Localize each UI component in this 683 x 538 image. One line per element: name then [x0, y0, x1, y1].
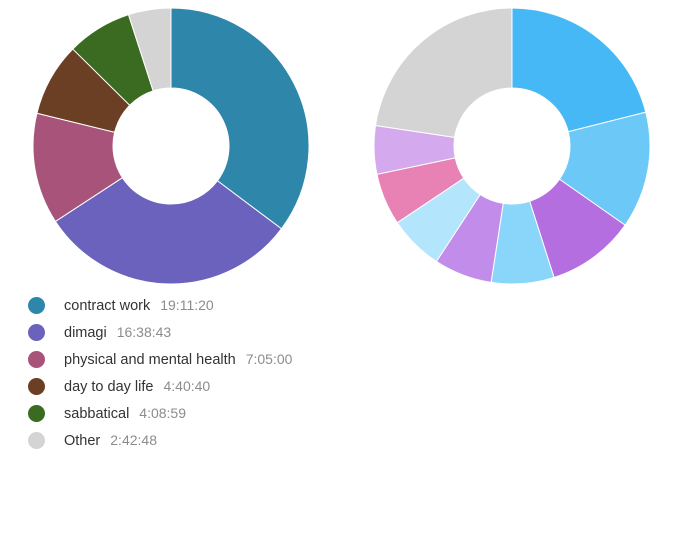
donut-svg — [373, 7, 651, 285]
legend-item[interactable]: dimagi - emm / new business5:38:15 — [342, 346, 683, 373]
legend-label: dimagi — [64, 325, 107, 341]
legend-label: day to day life — [64, 379, 154, 395]
legend-duration: 4:40:40 — [163, 378, 211, 394]
legend-item[interactable]: contract work 19:11:20 — [0, 292, 342, 319]
legend-item[interactable]: running3:05:00 — [342, 481, 683, 508]
legend-item[interactable]: dimagi - overhead3:18:47 — [342, 454, 683, 481]
donut-slice[interactable] — [375, 7, 513, 138]
legend-duration: 16:38:43 — [116, 324, 172, 340]
legend-text: contract work 19:11:20 — [64, 297, 214, 314]
legend-label: Other — [64, 433, 101, 449]
legend-color-swatch — [28, 378, 45, 395]
legend-item[interactable]: Other 2:42:48 — [0, 427, 342, 454]
legend-item[interactable]: dimagi - impact grant11:27:50 — [342, 292, 683, 319]
donut-svg — [32, 7, 310, 285]
legend-text: Other 2:42:48 — [64, 432, 157, 449]
legend-item[interactable]: visa3:29:02 — [342, 427, 683, 454]
legend-duration: 4:08:59 — [139, 405, 187, 421]
legend-item[interactable]: Other12:19:24 — [342, 508, 683, 535]
dual-donut-chart-container: contract work 19:11:20 dimagi 16:38:43 physi… — [0, 0, 683, 538]
legend-item[interactable]: physical and mental health 7:05:00 — [0, 346, 342, 373]
donut-chart-categories[interactable] — [31, 6, 311, 286]
donut-chart-projects[interactable] — [372, 6, 652, 286]
donut-slice[interactable] — [170, 7, 310, 230]
legend-duration: 7:05:00 — [245, 351, 293, 367]
legend-text: sabbatical 4:08:59 — [64, 405, 186, 422]
legend-item[interactable]: hiking4:00:00 — [342, 373, 683, 400]
legend-categories: contract work 19:11:20 dimagi 16:38:43 physi… — [0, 292, 342, 454]
legend-label: contract work — [64, 298, 151, 314]
donut-area-left — [0, 0, 342, 292]
legend-label: physical and mental health — [64, 352, 236, 368]
legend-duration: 19:11:20 — [160, 297, 214, 313]
legend-item[interactable]: dimagi - accelleration misc7:26:40 — [342, 319, 683, 346]
legend-text: day to day life 4:40:40 — [64, 378, 210, 395]
legend-text: physical and mental health 7:05:00 — [64, 351, 292, 368]
legend-projects: dimagi - impact grant11:27:50dimagi - ac… — [342, 292, 683, 535]
legend-color-swatch — [28, 432, 45, 449]
legend-item[interactable]: find wines3:42:32 — [342, 400, 683, 427]
legend-item[interactable]: dimagi 16:38:43 — [0, 319, 342, 346]
donut-slice[interactable] — [511, 7, 647, 133]
legend-color-swatch — [28, 324, 45, 341]
legend-color-swatch — [28, 405, 45, 422]
chart-panel-projects: dimagi - impact grant11:27:50dimagi - ac… — [342, 0, 683, 538]
donut-area-right — [342, 0, 683, 292]
legend-item[interactable]: sabbatical 4:08:59 — [0, 400, 342, 427]
legend-item[interactable]: day to day life 4:40:40 — [0, 373, 342, 400]
legend-color-swatch — [28, 351, 45, 368]
chart-panel-categories: contract work 19:11:20 dimagi 16:38:43 physi… — [0, 0, 342, 538]
legend-text: dimagi 16:38:43 — [64, 324, 171, 341]
legend-label: sabbatical — [64, 406, 130, 422]
legend-duration: 2:42:48 — [110, 432, 157, 448]
legend-color-swatch — [28, 297, 45, 314]
